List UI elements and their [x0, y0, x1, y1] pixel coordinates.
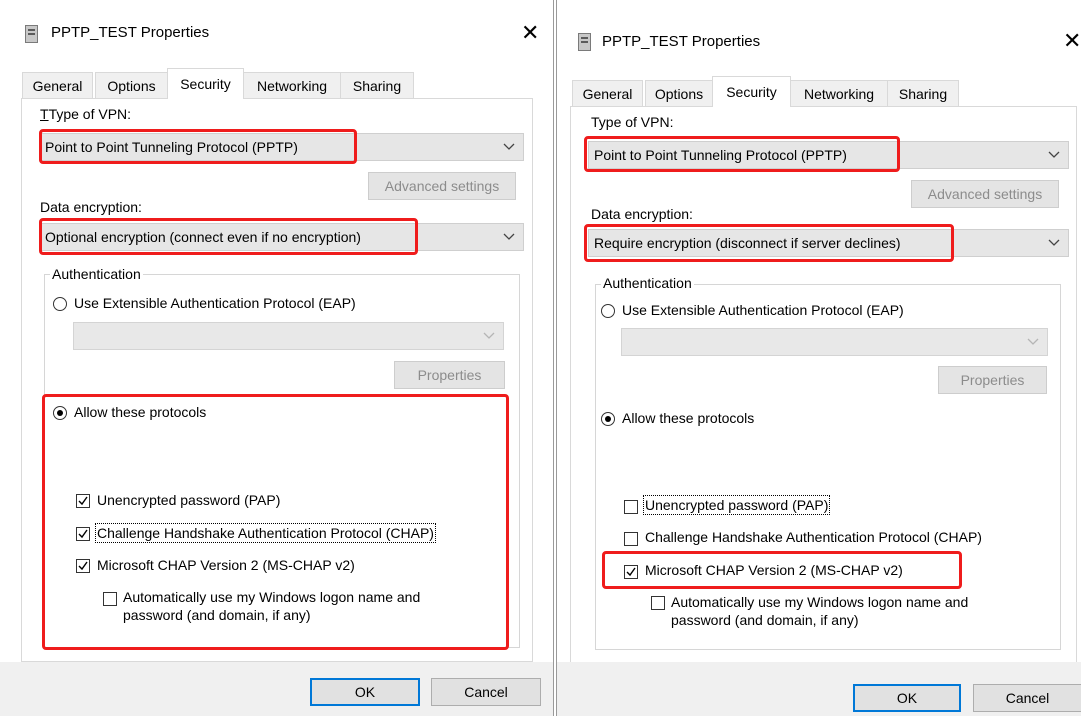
chap-label: Challenge Handshake Authentication Proto… — [645, 529, 982, 545]
title-bar: PPTP_TEST Properties ✕ — [557, 0, 1081, 52]
chevron-down-icon — [1048, 236, 1060, 248]
properties-dialog-left: PPTP_TEST Properties ✕ General Options S… — [0, 0, 554, 716]
vpn-type-label: Type of VPN: — [591, 114, 674, 130]
mschapv2-label: Microsoft CHAP Version 2 (MS-CHAP v2) — [645, 562, 903, 578]
eap-radio[interactable] — [53, 297, 67, 311]
advanced-settings-button[interactable]: Advanced settings — [911, 180, 1059, 208]
pap-label: Unencrypted password (PAP) — [97, 492, 281, 508]
dialog-title: PPTP_TEST Properties — [51, 24, 210, 41]
tab-sharing[interactable]: Sharing — [340, 72, 414, 99]
chevron-down-icon — [483, 329, 495, 341]
tab-options[interactable]: Options — [645, 80, 713, 107]
vpn-type-label: TType of VPN: — [40, 106, 132, 122]
title-bar: PPTP_TEST Properties ✕ — [0, 0, 553, 50]
eap-properties-button[interactable]: Properties — [938, 366, 1047, 394]
checkmark-icon — [626, 567, 636, 577]
eap-method-select[interactable] — [73, 322, 504, 350]
eap-label: Use Extensible Authentication Protocol (… — [622, 302, 904, 318]
vpn-type-select[interactable]: Point to Point Tunneling Protocol (PPTP) — [588, 141, 1069, 169]
tab-general[interactable]: General — [572, 80, 643, 107]
allow-protocols-radio[interactable] — [601, 412, 615, 426]
data-encryption-value: Optional encryption (connect even if no … — [45, 229, 361, 245]
dialog-footer: OK Cancel — [0, 662, 553, 716]
allow-protocols-radio[interactable] — [53, 406, 67, 420]
auto-logon-checkbox[interactable] — [651, 596, 665, 610]
eap-radio[interactable] — [601, 304, 615, 318]
pap-label: Unencrypted password (PAP) — [642, 495, 831, 515]
dialog-footer: OK Cancel — [557, 662, 1081, 716]
tab-security[interactable]: Security — [167, 68, 244, 99]
chevron-down-icon — [1048, 148, 1060, 160]
eap-properties-button[interactable]: Properties — [394, 361, 505, 389]
tab-networking[interactable]: Networking — [790, 80, 888, 107]
mschapv2-checkbox[interactable] — [76, 559, 90, 573]
chap-checkbox[interactable] — [76, 527, 90, 541]
ok-button[interactable]: OK — [853, 684, 961, 712]
close-button[interactable]: ✕ — [1063, 30, 1081, 52]
tab-sharing[interactable]: Sharing — [887, 80, 959, 107]
auto-logon-label-line1: Automatically use my Windows logon name … — [671, 594, 969, 610]
network-connection-icon — [25, 25, 38, 43]
advanced-settings-button[interactable]: Advanced settings — [368, 172, 516, 200]
tab-options[interactable]: Options — [95, 72, 168, 99]
dialog-title: PPTP_TEST Properties — [602, 33, 761, 50]
authentication-label: Authentication — [601, 275, 694, 291]
mschapv2-label: Microsoft CHAP Version 2 (MS-CHAP v2) — [97, 557, 355, 573]
eap-label: Use Extensible Authentication Protocol (… — [74, 295, 356, 311]
tab-security[interactable]: Security — [712, 76, 791, 107]
pap-checkbox[interactable] — [76, 494, 90, 508]
auto-logon-checkbox[interactable] — [103, 592, 117, 606]
chap-label: Challenge Handshake Authentication Proto… — [95, 523, 436, 543]
allow-protocols-label: Allow these protocols — [74, 404, 207, 420]
tab-general[interactable]: General — [22, 72, 93, 99]
authentication-label: Authentication — [50, 266, 143, 282]
tab-networking[interactable]: Networking — [243, 72, 341, 99]
ok-button[interactable]: OK — [310, 678, 420, 706]
eap-method-select[interactable] — [621, 328, 1048, 356]
data-encryption-select[interactable]: Require encryption (disconnect if server… — [588, 229, 1069, 257]
vpn-type-label-text: Type of VPN: — [48, 106, 132, 122]
network-connection-icon — [578, 33, 591, 51]
vpn-type-value: Point to Point Tunneling Protocol (PPTP) — [594, 147, 847, 163]
properties-dialog-right: PPTP_TEST Properties ✕ General Options S… — [556, 0, 1081, 716]
vpn-type-value: Point to Point Tunneling Protocol (PPTP) — [45, 139, 298, 155]
data-encryption-label: Data encryption: — [591, 206, 693, 222]
auto-logon-label-line2: password (and domain, if any) — [671, 612, 859, 628]
data-encryption-label: Data encryption: — [40, 199, 142, 215]
cancel-button[interactable]: Cancel — [431, 678, 541, 706]
vpn-type-select[interactable]: Point to Point Tunneling Protocol (PPTP) — [39, 133, 524, 161]
auto-logon-label-line1: Automatically use my Windows logon name … — [123, 589, 421, 605]
chevron-down-icon — [503, 140, 515, 152]
checkmark-icon — [78, 529, 88, 539]
chap-checkbox[interactable] — [624, 532, 638, 546]
checkmark-icon — [78, 496, 88, 506]
mschapv2-checkbox[interactable] — [624, 565, 638, 579]
checkmark-icon — [78, 561, 88, 571]
allow-protocols-label: Allow these protocols — [622, 410, 755, 426]
data-encryption-select[interactable]: Optional encryption (connect even if no … — [39, 223, 524, 251]
chevron-down-icon — [1027, 335, 1039, 347]
cancel-button[interactable]: Cancel — [973, 684, 1081, 712]
auto-logon-label-line2: password (and domain, if any) — [123, 607, 311, 623]
pap-checkbox[interactable] — [624, 500, 638, 514]
chevron-down-icon — [503, 230, 515, 242]
data-encryption-value: Require encryption (disconnect if server… — [594, 235, 901, 251]
close-button[interactable]: ✕ — [521, 22, 539, 44]
